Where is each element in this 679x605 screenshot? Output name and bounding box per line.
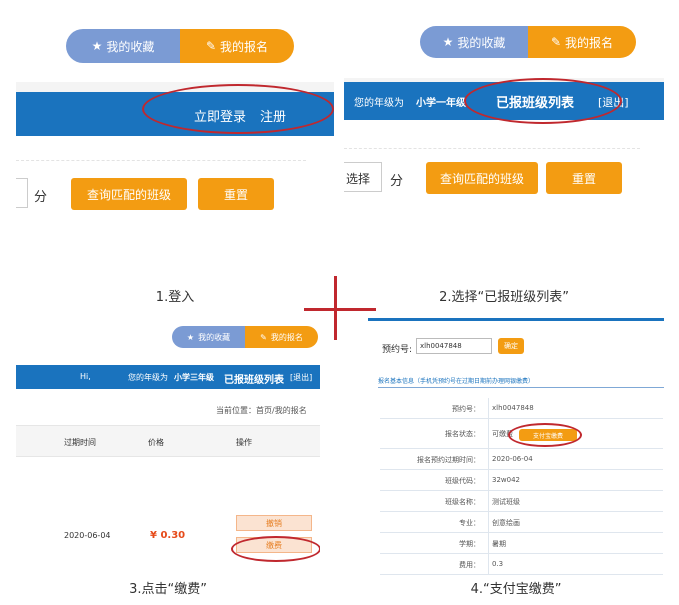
enrolled-list-link[interactable]: 已报班级列表 [224, 371, 284, 386]
caption-1: 1.登入 [155, 290, 195, 305]
cell-separator [488, 533, 489, 554]
query-button[interactable]: 查询匹配的班级 [71, 178, 187, 210]
panel-1: ★ 我的收藏 ✎ 我的报名 立即登录 注册 分 查询匹配的班级 重置 [16, 6, 334, 264]
info-key: 学期： [459, 540, 480, 548]
star-icon: ★ [91, 39, 103, 53]
tab-pill: ★ 我的收藏 ✎ 我的报名 [420, 26, 636, 58]
info-row: 专业： 创意绘画 [380, 512, 663, 533]
cell-separator [488, 398, 489, 419]
cell-separator [488, 470, 489, 491]
pencil-note-icon: ✎ [260, 332, 267, 342]
cell-separator [488, 554, 489, 575]
info-row: 班级代码： 32w042 [380, 470, 663, 491]
reset-button[interactable]: 重置 [198, 178, 274, 210]
col-expire: 过期时间 [64, 438, 96, 447]
info-key: 专业： [459, 519, 480, 527]
info-value: 32w042 [492, 476, 520, 484]
cell-separator [488, 491, 489, 512]
grade-value: 小学三年级 [174, 373, 214, 382]
form-area: 选择 分 查询匹配的班级 重置 [344, 120, 664, 250]
reset-button[interactable]: 重置 [546, 162, 622, 194]
caption-4: 4.“支付宝缴费” [470, 582, 562, 597]
star-icon: ★ [186, 332, 195, 342]
tab-favorites[interactable]: ★ 我的收藏 [172, 326, 245, 348]
divider [16, 160, 306, 161]
unit-label: 分 [34, 190, 48, 205]
booking-label: 预约号: [382, 345, 413, 355]
highlight-ring [464, 78, 622, 124]
form-area: 分 查询匹配的班级 重置 [16, 136, 334, 264]
divider-horizontal [304, 308, 376, 311]
top-bar: Hi, 您的年级为 小学三年级 已报班级列表 [退出] [16, 365, 320, 389]
tab-registration[interactable]: ✎ 我的报名 [180, 29, 294, 63]
greeting: Hi, [80, 372, 91, 381]
info-key: 费用： [459, 561, 480, 569]
panel-3: ★ 我的收藏 ✎ 我的报名 Hi, 您的年级为 小学三年级 已报班级列表 [退出… [16, 318, 320, 572]
info-value: 2020-06-04 [492, 455, 533, 463]
tab-pill: ★ 我的收藏 ✎ 我的报名 [172, 326, 318, 348]
highlight-ring [508, 423, 582, 447]
grade-prefix: 您的年级为 [354, 98, 404, 109]
logout-link[interactable]: [退出] [290, 372, 312, 383]
info-row: 费用： 0.3 [380, 554, 663, 575]
query-button[interactable]: 查询匹配的班级 [426, 162, 538, 194]
tab-favorites[interactable]: ★ 我的收藏 [66, 29, 180, 63]
info-row: 预约号： xlh0047848 [380, 398, 663, 419]
col-price: 价格 [148, 438, 164, 447]
score-input[interactable] [16, 178, 28, 208]
star-icon: ★ [442, 35, 454, 49]
tab-pill: ★ 我的收藏 ✎ 我的报名 [66, 29, 294, 63]
info-row: 报名预约过期时间： 2020-06-04 [380, 449, 663, 470]
info-value: 创意绘画 [492, 519, 520, 527]
breadcrumb: 当前位置：首页/我的报名 [216, 406, 307, 415]
cell-separator [488, 512, 489, 533]
info-row: 班级名称： 测试班级 [380, 491, 663, 512]
tab-favorites[interactable]: ★ 我的收藏 [420, 26, 528, 58]
pencil-note-icon: ✎ [205, 39, 217, 53]
info-row: 学期： 暑期 [380, 533, 663, 554]
tab-registration[interactable]: ✎ 我的报名 [528, 26, 636, 58]
info-key: 班级代码： [445, 477, 480, 485]
info-value: xlh0047848 [492, 404, 534, 412]
expire-date: 2020-06-04 [64, 531, 111, 540]
top-stripe [368, 318, 664, 321]
info-key: 报名状态： [445, 430, 480, 438]
caption-2: 2.选择“已报班级列表” [439, 290, 569, 305]
select-input[interactable]: 选择 [344, 162, 382, 192]
info-key: 班级名称： [445, 498, 480, 506]
highlight-ring [142, 84, 334, 134]
table-header: 过期时间 价格 操作 [16, 425, 320, 457]
caption-3: 3.点击“缴费” [129, 582, 207, 597]
grade-value: 小学一年级 [416, 98, 466, 109]
grade-prefix: 您的年级为 [128, 373, 168, 382]
cell-separator [488, 449, 489, 470]
info-value: 测试班级 [492, 498, 520, 506]
info-key: 预约号： [452, 405, 480, 413]
info-value: 0.3 [492, 560, 504, 568]
section-title: 报名基本信息（手机凭预约号在过期日期前办理网银缴费） [378, 376, 664, 388]
divider [344, 148, 640, 149]
booking-input[interactable]: xlh0047848 [416, 338, 492, 354]
pencil-note-icon: ✎ [550, 35, 562, 49]
unit-label: 分 [390, 174, 404, 189]
col-action: 操作 [236, 438, 252, 447]
info-value: 暑期 [492, 540, 506, 548]
highlight-ring [231, 536, 320, 562]
tab-registration[interactable]: ✎ 我的报名 [245, 326, 318, 348]
cancel-button[interactable]: 撤销 [236, 515, 312, 531]
panel-2: ★ 我的收藏 ✎ 我的报名 您的年级为 小学一年级 已报班级列表 [退出] 选择… [344, 6, 664, 250]
price-value: ¥ 0.30 [150, 530, 186, 541]
confirm-button[interactable]: 确定 [498, 338, 524, 354]
cell-separator [488, 418, 489, 449]
info-key: 报名预约过期时间： [417, 456, 480, 464]
